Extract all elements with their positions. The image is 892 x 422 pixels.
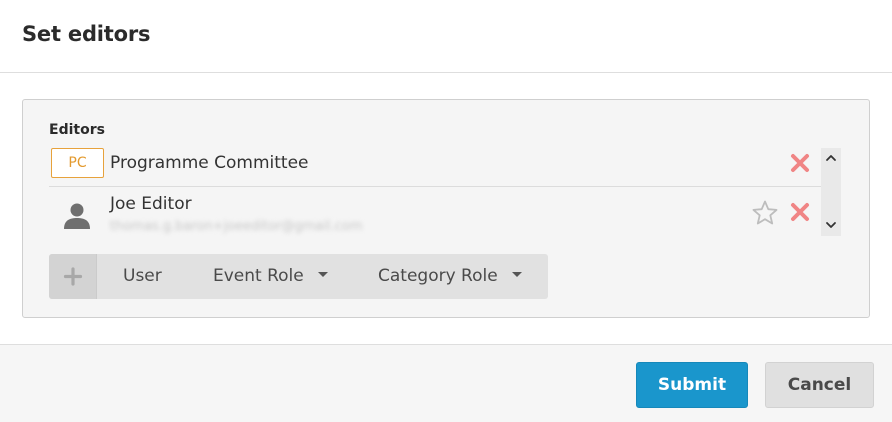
list-item: PC Programme Committee: [49, 146, 821, 187]
editors-list: PC Programme Committee Joe Editor thomas…: [49, 146, 821, 236]
role-badge: PC: [51, 148, 104, 178]
chevron-up-icon[interactable]: [821, 149, 841, 167]
add-button[interactable]: [49, 254, 97, 299]
caret-down-icon: [317, 271, 328, 277]
dialog-header: Set editors: [0, 0, 892, 73]
list-scrollbar[interactable]: [821, 148, 841, 236]
caret-down-icon: [511, 271, 522, 277]
dialog-title: Set editors: [22, 22, 151, 46]
submit-button[interactable]: Submit: [636, 362, 748, 408]
editors-panel: Editors PC Programme Committee Joe Edito…: [22, 99, 870, 318]
editors-label: Editors: [49, 122, 105, 138]
role-name: Programme Committee: [110, 153, 309, 173]
event-role-label: Event Role: [213, 266, 304, 286]
list-item: Joe Editor thomas.g.baron+joeeditor@gmai…: [49, 187, 821, 236]
dialog-footer: Submit Cancel: [0, 344, 892, 422]
close-icon[interactable]: [789, 152, 811, 174]
chevron-down-icon[interactable]: [821, 216, 841, 234]
close-icon[interactable]: [789, 201, 811, 223]
add-user-label: User: [123, 266, 162, 286]
user-email: thomas.g.baron+joeeditor@gmail.com: [110, 219, 363, 234]
plus-icon: [63, 267, 83, 286]
category-role-label: Category Role: [378, 266, 498, 286]
user-name: Joe Editor: [110, 194, 192, 214]
cancel-button[interactable]: Cancel: [765, 362, 874, 408]
add-user-button[interactable]: User: [123, 254, 162, 299]
star-outline-icon[interactable]: [751, 199, 779, 227]
person-icon: [64, 203, 90, 229]
add-editor-toolbar: User Event Role Category Role: [49, 254, 548, 299]
category-role-dropdown[interactable]: Category Role: [378, 254, 522, 299]
set-editors-dialog: Set editors Editors PC Programme Committ…: [0, 0, 892, 422]
event-role-dropdown[interactable]: Event Role: [213, 254, 328, 299]
